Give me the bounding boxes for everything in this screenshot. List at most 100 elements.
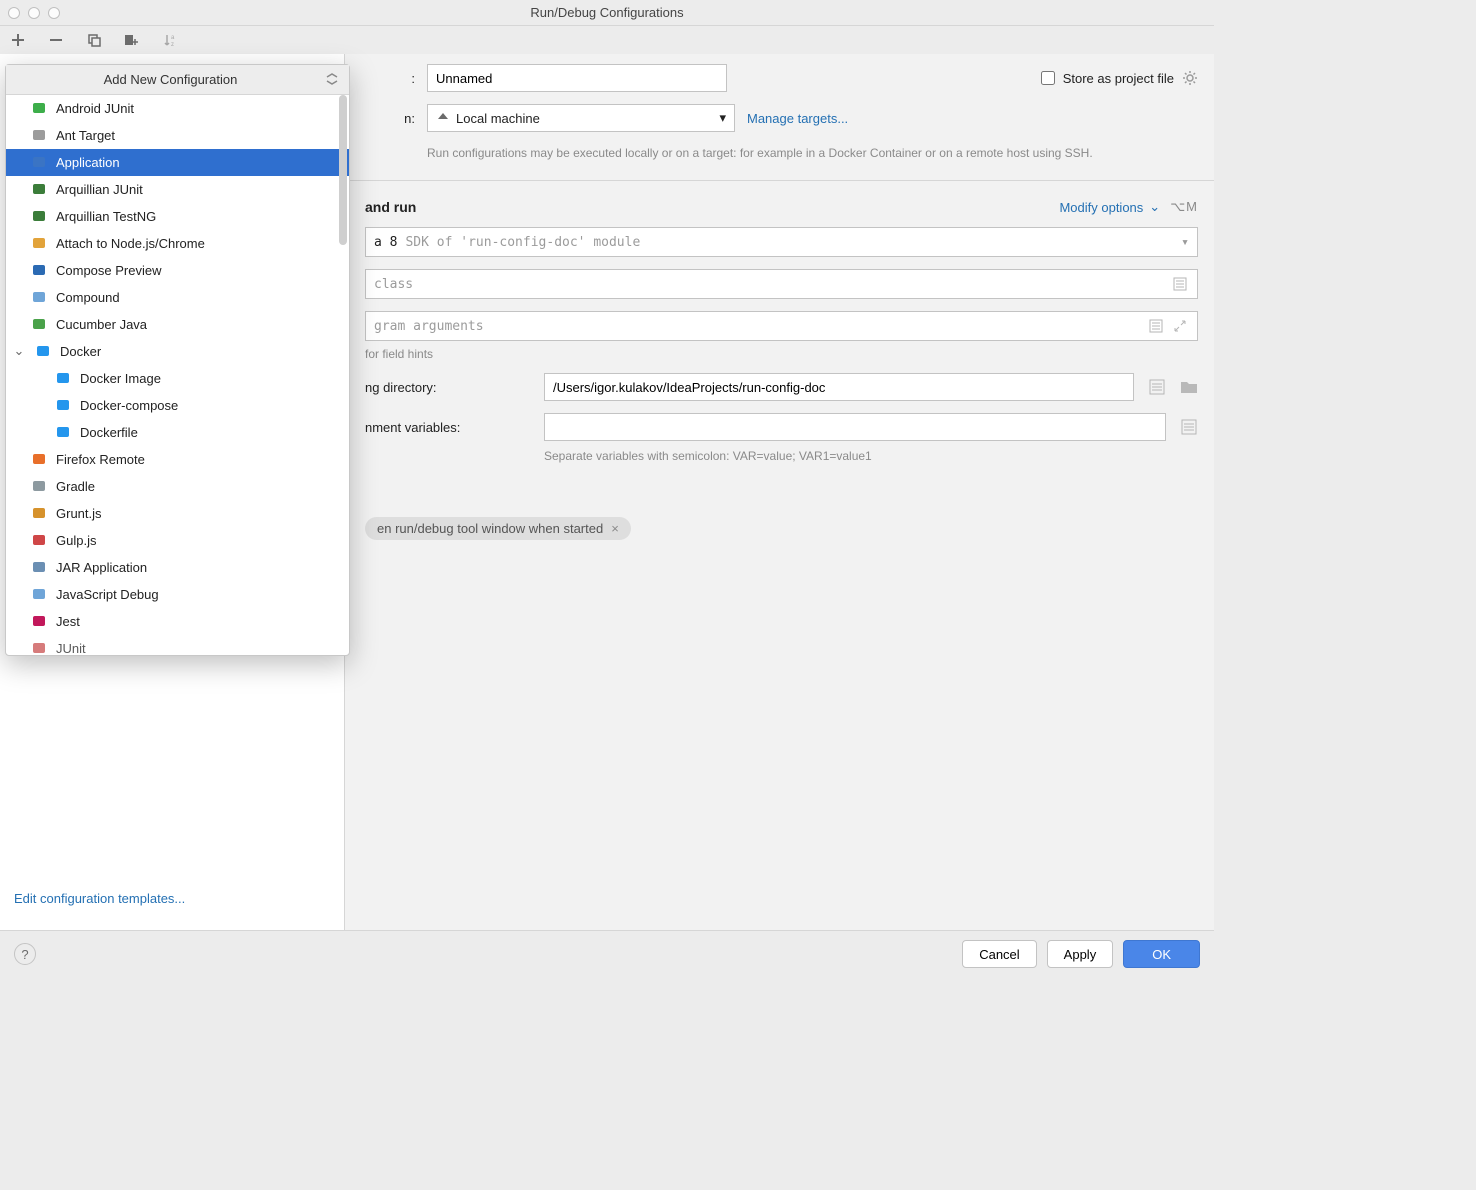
config-type-label: Ant Target — [56, 128, 115, 143]
folder-icon[interactable] — [1180, 378, 1198, 396]
config-type-icon — [30, 261, 48, 279]
gear-icon[interactable] — [1182, 70, 1198, 86]
list-icon[interactable] — [1180, 418, 1198, 436]
config-type-item[interactable]: Grunt.js — [6, 500, 349, 527]
store-checkbox[interactable] — [1041, 71, 1055, 85]
env-vars-hint: Separate variables with semicolon: VAR=v… — [544, 447, 1198, 465]
main-class-field[interactable]: class — [365, 269, 1198, 299]
config-type-label: Gulp.js — [56, 533, 96, 548]
name-input[interactable] — [427, 64, 727, 92]
remove-button[interactable] — [48, 32, 64, 48]
config-type-item[interactable]: Gulp.js — [6, 527, 349, 554]
sdk-select[interactable]: a 8 SDK of 'run-config-doc' module ▾ — [365, 227, 1198, 257]
config-type-icon — [54, 369, 72, 387]
working-dir-label: ng directory: — [365, 380, 530, 395]
dialog-footer: ? Cancel Apply OK — [0, 930, 1214, 977]
expand-icon[interactable] — [1171, 317, 1189, 335]
config-type-label: Docker-compose — [80, 398, 178, 413]
config-type-label: Grunt.js — [56, 506, 102, 521]
collapse-icon[interactable] — [325, 72, 339, 86]
svg-text:z: z — [171, 42, 174, 47]
popup-title: Add New Configuration — [104, 72, 238, 87]
config-type-icon — [30, 180, 48, 198]
config-type-item[interactable]: Docker-compose — [6, 392, 349, 419]
field-hints-text: for field hints — [365, 347, 1198, 361]
config-type-item[interactable]: Firefox Remote — [6, 446, 349, 473]
cancel-button[interactable]: Cancel — [962, 940, 1036, 968]
config-type-label: JavaScript Debug — [56, 587, 159, 602]
env-vars-input[interactable] — [544, 413, 1166, 441]
config-type-item[interactable]: Compose Preview — [6, 257, 349, 284]
local-machine-icon — [436, 111, 450, 125]
edit-templates-link[interactable]: Edit configuration templates... — [14, 891, 185, 906]
configurations-toolbar: az — [0, 26, 1214, 54]
store-as-project-file[interactable]: Store as project file — [1041, 70, 1198, 86]
config-type-item[interactable]: JAR Application — [6, 554, 349, 581]
config-type-label: Application — [56, 155, 120, 170]
sort-button[interactable]: az — [162, 32, 178, 48]
list-icon[interactable] — [1171, 275, 1189, 293]
config-type-label: Arquillian JUnit — [56, 182, 143, 197]
open-tool-window-chip[interactable]: en run/debug tool window when started × — [365, 517, 631, 540]
config-type-item[interactable]: Attach to Node.js/Chrome — [6, 230, 349, 257]
manage-targets-link[interactable]: Manage targets... — [747, 111, 848, 126]
list-icon[interactable] — [1148, 378, 1166, 396]
config-type-icon — [30, 612, 48, 630]
config-type-item[interactable]: JUnit — [6, 635, 349, 655]
help-button[interactable]: ? — [14, 943, 36, 965]
config-type-item[interactable]: Compound — [6, 284, 349, 311]
config-type-item[interactable]: Android JUnit — [6, 95, 349, 122]
config-type-label: Firefox Remote — [56, 452, 145, 467]
config-type-item[interactable]: Arquillian JUnit — [6, 176, 349, 203]
config-type-item[interactable]: JavaScript Debug — [6, 581, 349, 608]
config-type-item[interactable]: Docker Image — [6, 365, 349, 392]
config-type-label: Arquillian TestNG — [56, 209, 156, 224]
config-type-label: Dockerfile — [80, 425, 138, 440]
config-type-label: Compose Preview — [56, 263, 162, 278]
config-type-label: Jest — [56, 614, 80, 629]
config-type-icon — [30, 504, 48, 522]
config-type-item[interactable]: Application — [6, 149, 349, 176]
save-template-button[interactable] — [124, 32, 140, 48]
program-arguments-field[interactable]: gram arguments — [365, 311, 1198, 341]
zoom-window[interactable] — [48, 7, 60, 19]
chevron-down-icon: ▾ — [1181, 235, 1189, 250]
close-window[interactable] — [8, 7, 20, 19]
config-type-icon — [30, 153, 48, 171]
run-on-hint: Run configurations may be executed local… — [427, 144, 1198, 162]
config-type-item[interactable]: Arquillian TestNG — [6, 203, 349, 230]
apply-button[interactable]: Apply — [1047, 940, 1114, 968]
add-button[interactable] — [10, 32, 26, 48]
config-type-item[interactable]: Cucumber Java — [6, 311, 349, 338]
store-label: Store as project file — [1063, 71, 1174, 86]
config-type-icon — [30, 207, 48, 225]
working-dir-input[interactable] — [544, 373, 1134, 401]
scrollbar[interactable] — [339, 95, 347, 245]
titlebar: Run/Debug Configurations — [0, 0, 1214, 26]
run-on-select[interactable]: Local machine ▾ — [427, 104, 735, 132]
chevron-down-icon: ⌄ — [1149, 199, 1160, 215]
config-type-item[interactable]: Jest — [6, 608, 349, 635]
add-configuration-popup: Add New Configuration Android JUnit Ant T… — [5, 64, 350, 656]
divider — [349, 180, 1214, 181]
config-type-label: Docker Image — [80, 371, 161, 386]
config-type-label: JUnit — [56, 641, 86, 655]
config-type-item[interactable]: ⌄Docker — [6, 338, 349, 365]
config-type-icon — [30, 477, 48, 495]
config-type-item[interactable]: Dockerfile — [6, 419, 349, 446]
configuration-type-list[interactable]: Android JUnit Ant Target Application Arquil… — [6, 95, 349, 655]
close-icon[interactable]: × — [611, 521, 619, 536]
svg-text:a: a — [171, 35, 175, 41]
list-icon[interactable] — [1147, 317, 1165, 335]
config-type-label: JAR Application — [56, 560, 147, 575]
minimize-window[interactable] — [28, 7, 40, 19]
run-on-label-fragment: n: — [365, 111, 415, 126]
window-controls — [8, 7, 60, 19]
config-type-label: Compound — [56, 290, 120, 305]
modify-options-link[interactable]: Modify options ⌄ — [1059, 199, 1160, 215]
config-type-icon — [34, 342, 52, 360]
config-type-item[interactable]: Gradle — [6, 473, 349, 500]
config-type-item[interactable]: Ant Target — [6, 122, 349, 149]
copy-button[interactable] — [86, 32, 102, 48]
ok-button[interactable]: OK — [1123, 940, 1200, 968]
